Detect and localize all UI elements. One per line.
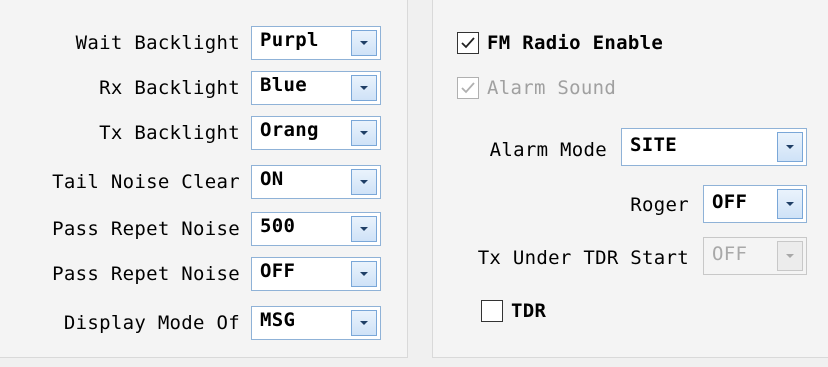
- fm-radio-checkbox-box[interactable]: [457, 32, 479, 54]
- chevron-down-icon[interactable]: [351, 120, 377, 146]
- wait-backlight-row: Wait Backlight: [0, 26, 240, 60]
- checkmark-icon: [461, 82, 475, 94]
- tx-under-tdr-value: OFF: [712, 243, 748, 265]
- tail-noise-clear-value: ON: [260, 168, 284, 190]
- pass-repet-noise-label: Pass Repet Noise: [52, 218, 240, 240]
- alarm-mode-label: Alarm Mode: [489, 139, 607, 161]
- tx-backlight-row: Tx Backlight: [0, 116, 240, 150]
- pass-repet-noise-value: 500: [260, 215, 296, 237]
- roger-label: Roger: [630, 194, 689, 216]
- chevron-down-icon[interactable]: [351, 216, 377, 242]
- chevron-down-icon[interactable]: [351, 169, 377, 195]
- tx-backlight-label: Tx Backlight: [99, 122, 240, 144]
- pass-repet-noise-dropdown[interactable]: 500: [251, 212, 381, 246]
- tx-under-tdr-label: Tx Under TDR Start: [477, 247, 689, 269]
- tail-noise-clear-dropdown[interactable]: ON: [251, 165, 381, 199]
- pass-repet-noise-2-row: Pass Repet Noise: [0, 257, 240, 291]
- tdr-label: TDR: [511, 300, 547, 322]
- pass-repet-noise-2-label: Pass Repet Noise: [52, 263, 240, 285]
- pass-repet-noise-2-dropdown[interactable]: OFF: [251, 257, 381, 291]
- wait-backlight-dropdown[interactable]: Purpl: [251, 26, 381, 60]
- chevron-down-icon[interactable]: [777, 189, 803, 219]
- fm-radio-checkbox[interactable]: FM Radio Enable: [457, 26, 663, 60]
- display-mode-dropdown[interactable]: MSG: [251, 306, 381, 340]
- display-mode-value: MSG: [260, 309, 296, 331]
- rx-backlight-row: Rx Backlight: [0, 71, 240, 105]
- rx-backlight-value: Blue: [260, 74, 307, 96]
- chevron-down-icon: [777, 241, 803, 271]
- display-mode-label: Display Mode Of: [63, 312, 240, 334]
- chevron-down-icon[interactable]: [351, 30, 377, 56]
- pass-repet-noise-2-value: OFF: [260, 260, 296, 282]
- checkmark-icon: [461, 37, 475, 49]
- tail-noise-clear-row: Tail Noise Clear: [0, 165, 240, 199]
- alarm-sound-checkbox: Alarm Sound: [457, 71, 616, 105]
- chevron-down-icon[interactable]: [351, 310, 377, 336]
- alarm-sound-checkbox-box: [457, 77, 479, 99]
- tx-under-tdr-dropdown: OFF: [703, 237, 807, 275]
- roger-value: OFF: [712, 191, 748, 213]
- rx-backlight-dropdown[interactable]: Blue: [251, 71, 381, 105]
- roger-dropdown[interactable]: OFF: [703, 185, 807, 223]
- chevron-down-icon[interactable]: [351, 75, 377, 101]
- tail-noise-clear-label: Tail Noise Clear: [52, 171, 240, 193]
- tdr-checkbox[interactable]: TDR: [481, 294, 546, 328]
- alarm-sound-label: Alarm Sound: [487, 77, 617, 99]
- display-mode-row: Display Mode Of: [0, 306, 240, 340]
- tx-under-tdr-row: Tx Under TDR Start: [433, 241, 689, 275]
- fm-radio-label: FM Radio Enable: [487, 32, 664, 54]
- wait-backlight-value: Purpl: [260, 29, 319, 51]
- roger-row: Roger: [433, 188, 689, 222]
- alarm-mode-dropdown[interactable]: SITE: [621, 128, 807, 166]
- backlight-settings-panel: Wait Backlight Purpl Rx Backlight Blue T…: [0, 0, 408, 358]
- tx-backlight-value: Orang: [260, 119, 319, 141]
- tx-backlight-dropdown[interactable]: Orang: [251, 116, 381, 150]
- radio-options-panel: FM Radio Enable Alarm Sound Alarm Mode S…: [432, 0, 828, 358]
- tdr-checkbox-box[interactable]: [481, 300, 503, 322]
- wait-backlight-label: Wait Backlight: [75, 32, 240, 54]
- alarm-mode-row: Alarm Mode: [433, 133, 607, 167]
- pass-repet-noise-row: Pass Repet Noise: [0, 212, 240, 246]
- chevron-down-icon[interactable]: [777, 132, 803, 162]
- rx-backlight-label: Rx Backlight: [99, 77, 240, 99]
- alarm-mode-value: SITE: [630, 134, 677, 156]
- chevron-down-icon[interactable]: [351, 261, 377, 287]
